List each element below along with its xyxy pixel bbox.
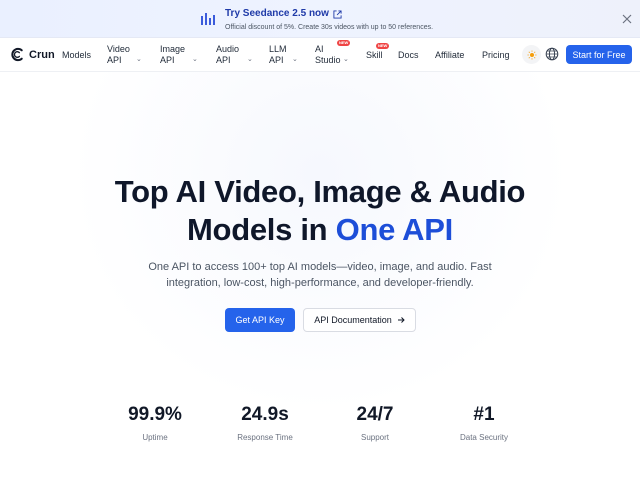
- stat-uptime: 99.9% Uptime: [105, 403, 205, 443]
- get-api-key-button[interactable]: Get API Key: [225, 308, 295, 332]
- chevron-down-icon: ⌄: [136, 56, 142, 63]
- nav-item-label: Docs: [398, 50, 419, 60]
- sun-icon: [527, 50, 536, 59]
- nav-pricing[interactable]: Pricing: [482, 50, 510, 61]
- nav-models[interactable]: Models: [62, 50, 91, 61]
- stat-value: 24.9s: [241, 404, 289, 425]
- logo-icon: [11, 47, 23, 62]
- nav-image-api[interactable]: Image API ⌄: [160, 44, 198, 66]
- theme-toggle-button[interactable]: [522, 45, 541, 64]
- nav-docs[interactable]: Docs: [398, 50, 419, 61]
- stat-label: Response Time: [237, 433, 293, 442]
- nav-item-label-2: Studio: [315, 55, 341, 65]
- nav-item-label: AI: [315, 44, 324, 54]
- hero-title-line2: Models in One API: [0, 211, 640, 249]
- nav-item-label: Audio: [216, 44, 240, 54]
- hero-title-accent: One API: [335, 212, 454, 247]
- chevron-down-icon: ⌄: [343, 56, 349, 63]
- start-for-free-button[interactable]: Start for Free: [566, 45, 632, 64]
- stat-response-time: 24.9s Response Time: [215, 403, 315, 443]
- nav-skill[interactable]: NEW Skill: [366, 43, 390, 61]
- banner-title-text[interactable]: Try Seedance 2.5 now: [225, 7, 329, 21]
- external-link-icon: [333, 9, 342, 19]
- nav-item-label: Pricing: [482, 50, 510, 60]
- nav-item-label: LLM: [269, 44, 287, 54]
- stat-label: Uptime: [142, 433, 168, 442]
- stat-value: #1: [473, 404, 495, 425]
- stat-label: Support: [360, 433, 390, 442]
- nav-item-label-2: API: [216, 55, 231, 65]
- banner-subtitle: Official discount of 5%. Create 30s vide…: [225, 24, 434, 31]
- close-icon[interactable]: [622, 14, 632, 24]
- top-navbar: Crun Models Video API ⌄ Image API ⌄ Audi…: [0, 38, 640, 72]
- new-badge: NEW: [376, 43, 390, 49]
- api-documentation-button[interactable]: API Documentation: [303, 308, 416, 332]
- nav-item-label: Affiliate: [435, 50, 465, 60]
- nav-audio-api[interactable]: Audio API ⌄: [216, 44, 253, 66]
- stat-support: 24/7 Support: [325, 403, 425, 443]
- banner-title[interactable]: Try Seedance 2.5 now: [225, 7, 433, 21]
- chevron-down-icon: ⌄: [292, 56, 298, 63]
- nav-item-label: Models: [62, 50, 92, 60]
- banner-content[interactable]: Try Seedance 2.5 now Official discount o…: [200, 7, 433, 34]
- api-documentation-label: API Documentation: [314, 315, 392, 325]
- nav-video-api[interactable]: Video API ⌄: [107, 44, 142, 66]
- nav-item-label: Video: [107, 44, 130, 54]
- hero-title-line1: Top AI Video, Image & Audio: [114, 174, 526, 209]
- new-badge: NEW: [337, 40, 351, 46]
- stat-label: Data Security: [459, 433, 509, 442]
- logo[interactable]: Crun: [10, 47, 55, 62]
- nav-item-label-2: API: [160, 55, 175, 65]
- stat-value: 24/7: [356, 404, 394, 425]
- chevron-down-icon: ⌄: [192, 56, 198, 63]
- logo-text: Crun: [29, 48, 55, 61]
- hero-title: Top AI Video, Image & Audio Models in On…: [0, 173, 640, 249]
- chevron-down-icon: ⌄: [247, 56, 253, 63]
- bar-chart-icon: [201, 13, 215, 25]
- stat-value: 99.9%: [128, 404, 182, 425]
- nav-item-label-2: API: [107, 55, 122, 65]
- nav-item-label: Skill: [366, 50, 383, 60]
- nav-llm-api[interactable]: LLM API ⌄: [269, 44, 298, 66]
- globe-icon[interactable]: [545, 47, 559, 61]
- nav-ai-studio[interactable]: NEW AI Studio ⌄: [315, 40, 351, 66]
- nav-item-label: Image: [160, 44, 186, 54]
- announcement-banner: Try Seedance 2.5 now Official discount o…: [0, 0, 640, 38]
- nav-affiliate[interactable]: Affiliate: [435, 50, 464, 61]
- arrow-right-icon: [397, 317, 405, 323]
- hero-subtitle: One API to access 100+ top AI models—vid…: [148, 261, 492, 289]
- stat-data-security: #1 Data Security: [434, 403, 534, 443]
- hero-title-prefix: Models in: [187, 212, 328, 247]
- nav-item-label-2: API: [269, 55, 284, 65]
